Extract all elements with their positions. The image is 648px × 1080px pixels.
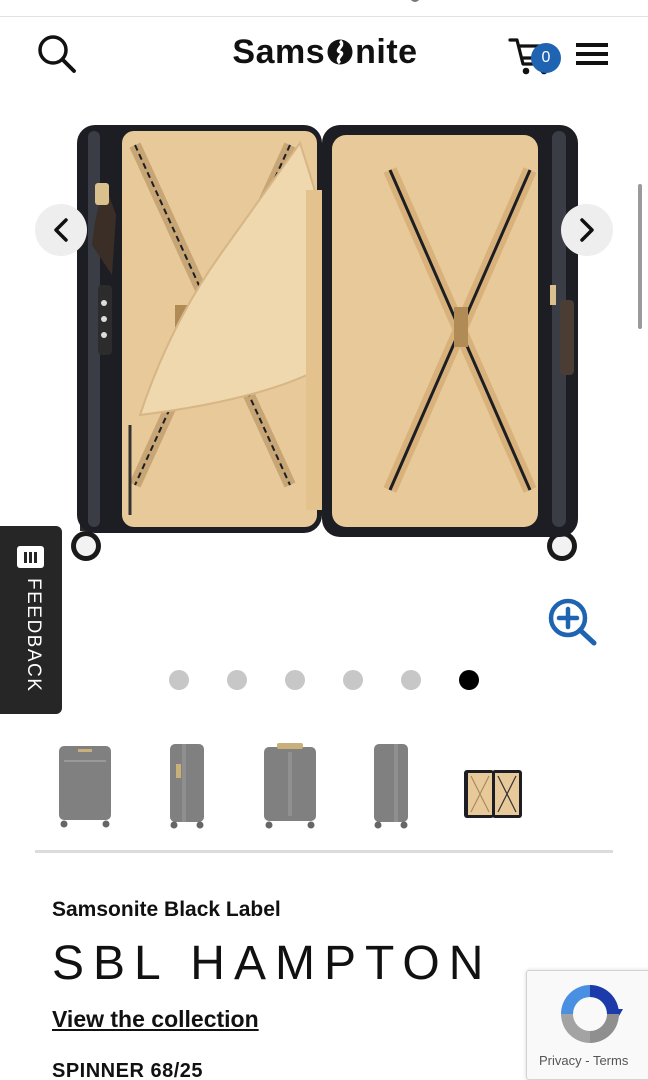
product-variant: SPINNER 68/25	[52, 1060, 204, 1080]
recaptcha-terms-link[interactable]: Terms	[593, 1053, 628, 1068]
product-image-open-suitcase[interactable]	[0, 95, 648, 595]
recaptcha-logo-icon	[561, 985, 623, 1043]
product-brand: Samsonite Black Label	[52, 898, 281, 921]
top-bar	[0, 0, 648, 17]
cart-count-badge: 0	[531, 43, 561, 73]
search-icon	[38, 35, 76, 73]
thumbnail-side-2-image	[374, 744, 408, 829]
right-shell	[322, 125, 578, 537]
search-button[interactable]	[30, 32, 82, 76]
pagination-dot[interactable]	[227, 670, 247, 690]
gallery-divider	[35, 850, 613, 853]
hamburger-menu-icon	[576, 43, 608, 65]
pagination-dot[interactable]	[401, 670, 421, 690]
thumbnail-side[interactable]	[152, 740, 222, 832]
pagination-dot[interactable]	[343, 670, 363, 690]
chevron-right-icon	[580, 218, 594, 242]
gallery-pagination	[0, 668, 648, 692]
page-scrollbar[interactable]	[638, 184, 642, 329]
site-header: Sams nite 0	[0, 18, 648, 88]
product-title: SBL HAMPTON	[52, 937, 493, 990]
samsonite-logo[interactable]: Sams nite	[210, 28, 440, 76]
pagination-dot[interactable]	[169, 670, 189, 690]
thumbnail-front-image	[59, 746, 111, 828]
next-image-button[interactable]	[561, 204, 613, 256]
view-collection-link[interactable]: View the collection	[52, 1006, 259, 1033]
thumbnail-back-image	[264, 743, 316, 829]
thumbnail-open-interior[interactable]	[458, 740, 528, 832]
thumbnail-front[interactable]	[50, 740, 120, 832]
feedback-list-icon	[17, 546, 44, 568]
pagination-dot[interactable]	[285, 670, 305, 690]
recaptcha-badge[interactable]: Privacy - Terms	[526, 970, 648, 1080]
logo-text-right: nite	[355, 32, 418, 71]
loading-fragment	[410, 0, 420, 2]
chevron-left-icon	[54, 218, 68, 242]
thumbnail-side-image	[170, 744, 204, 829]
menu-button[interactable]	[570, 34, 614, 74]
logo-text-left: Sams	[232, 32, 326, 71]
zoom-button[interactable]	[546, 596, 600, 648]
zoom-in-icon	[548, 598, 597, 646]
thumbnail-open-interior-image	[464, 770, 522, 818]
thumbnail-back[interactable]	[255, 740, 325, 832]
pagination-dot-active[interactable]	[459, 670, 479, 690]
recaptcha-link-separator: -	[581, 1053, 593, 1068]
logo-mark-icon	[327, 39, 353, 65]
recaptcha-links: Privacy - Terms	[539, 1053, 628, 1068]
previous-image-button[interactable]	[35, 204, 87, 256]
recaptcha-privacy-link[interactable]: Privacy	[539, 1053, 582, 1068]
product-gallery	[0, 95, 648, 595]
thumbnail-side-2[interactable]	[356, 740, 426, 832]
